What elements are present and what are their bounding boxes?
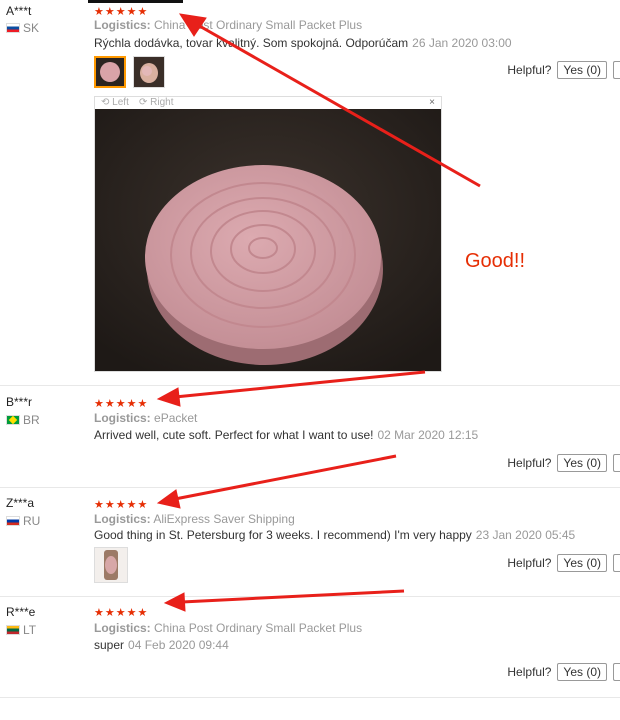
arrow-line <box>174 454 397 501</box>
arrow-head-icon <box>163 592 186 612</box>
arrow-head-icon <box>156 387 181 407</box>
annotation-arrows <box>156 13 481 612</box>
arrow-head-icon <box>156 489 181 509</box>
arrow-line <box>174 370 426 399</box>
arrow-line <box>195 22 481 188</box>
arrow-head-icon <box>178 13 207 37</box>
arrow-line <box>181 589 405 604</box>
